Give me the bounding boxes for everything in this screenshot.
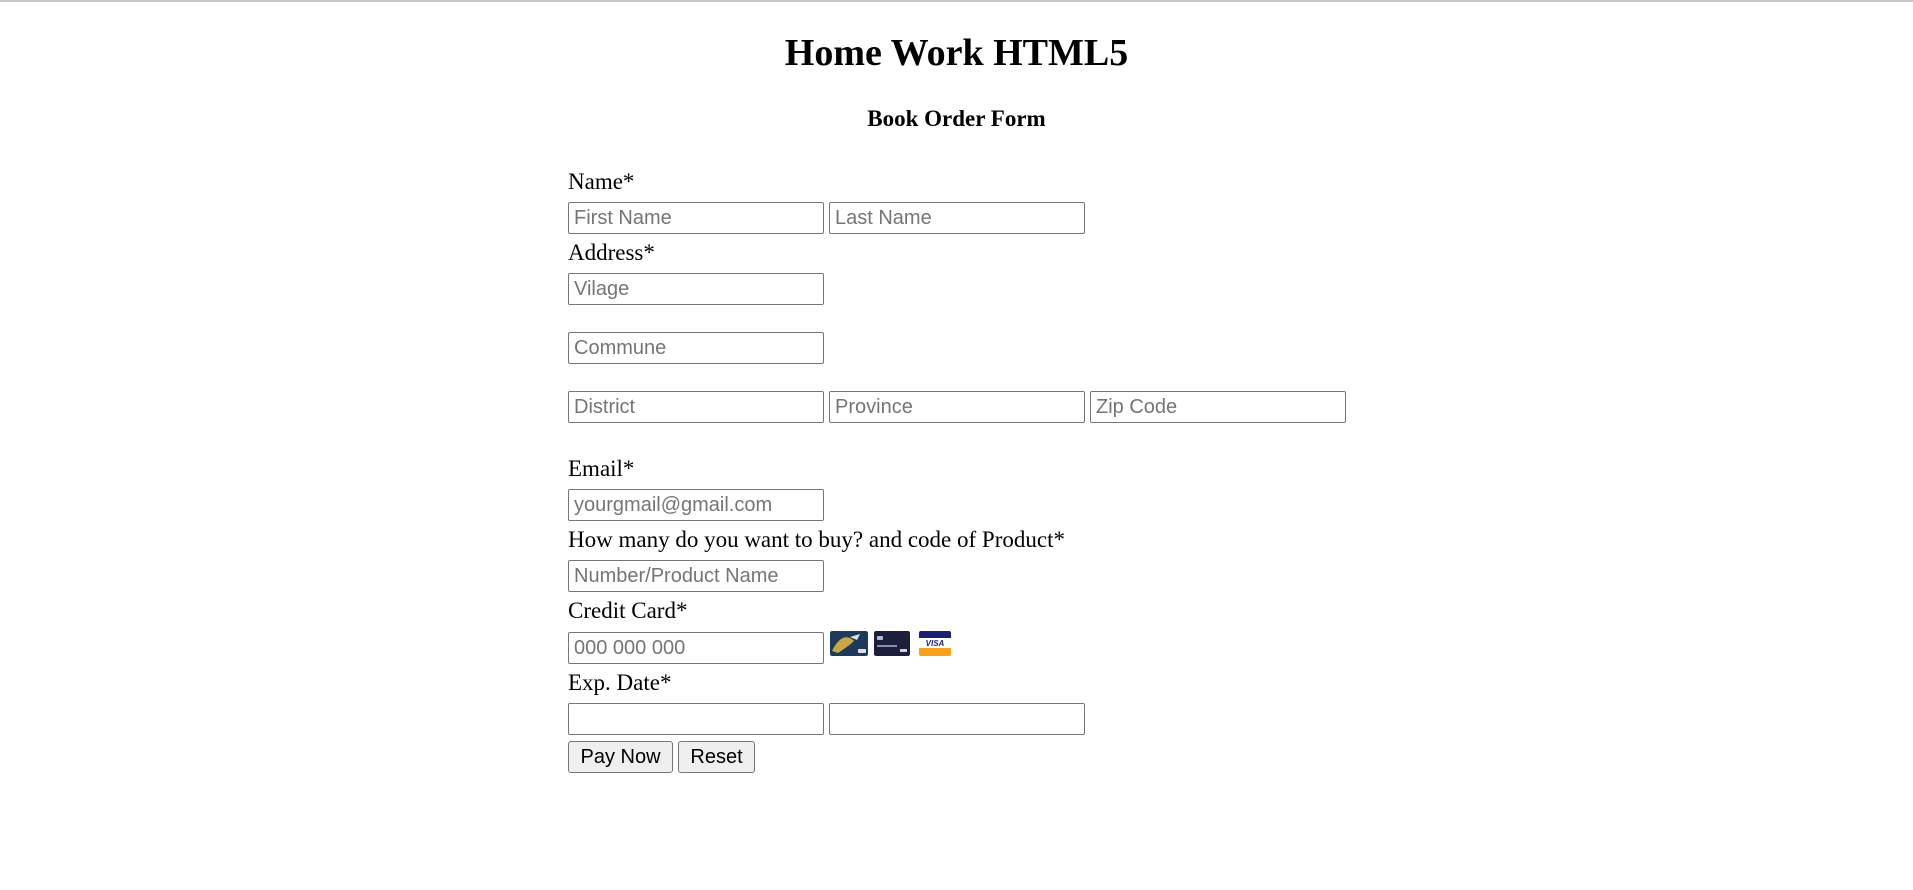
email-input[interactable]	[568, 489, 824, 521]
first-name-input[interactable]	[568, 202, 824, 234]
exp-month-input[interactable]	[568, 703, 824, 735]
book-order-form: Name* Address* Email* How many do you wa…	[568, 0, 1468, 890]
exp-year-input[interactable]	[829, 703, 1085, 735]
credit-card-label: Credit Card*	[568, 598, 688, 623]
name-label: Name*	[568, 169, 635, 194]
gold-card-icon	[830, 631, 868, 656]
quantity-label: How many do you want to buy? and code of…	[568, 527, 1065, 552]
quantity-product-input[interactable]	[568, 560, 824, 592]
last-name-input[interactable]	[829, 202, 1085, 234]
village-input[interactable]	[568, 273, 824, 305]
visa-label: VISA	[926, 639, 945, 648]
exp-date-label: Exp. Date*	[568, 670, 672, 695]
credit-card-input[interactable]	[568, 632, 824, 664]
visa-card-icon: VISA	[919, 631, 951, 656]
province-input[interactable]	[829, 391, 1085, 423]
pay-now-button[interactable]: Pay Now	[568, 741, 673, 773]
district-input[interactable]	[568, 391, 824, 423]
address-label: Address*	[568, 240, 655, 265]
dark-card-icon	[874, 631, 910, 656]
reset-button[interactable]: Reset	[678, 741, 755, 773]
email-label: Email*	[568, 456, 635, 481]
zip-code-input[interactable]	[1090, 391, 1346, 423]
commune-input[interactable]	[568, 332, 824, 364]
